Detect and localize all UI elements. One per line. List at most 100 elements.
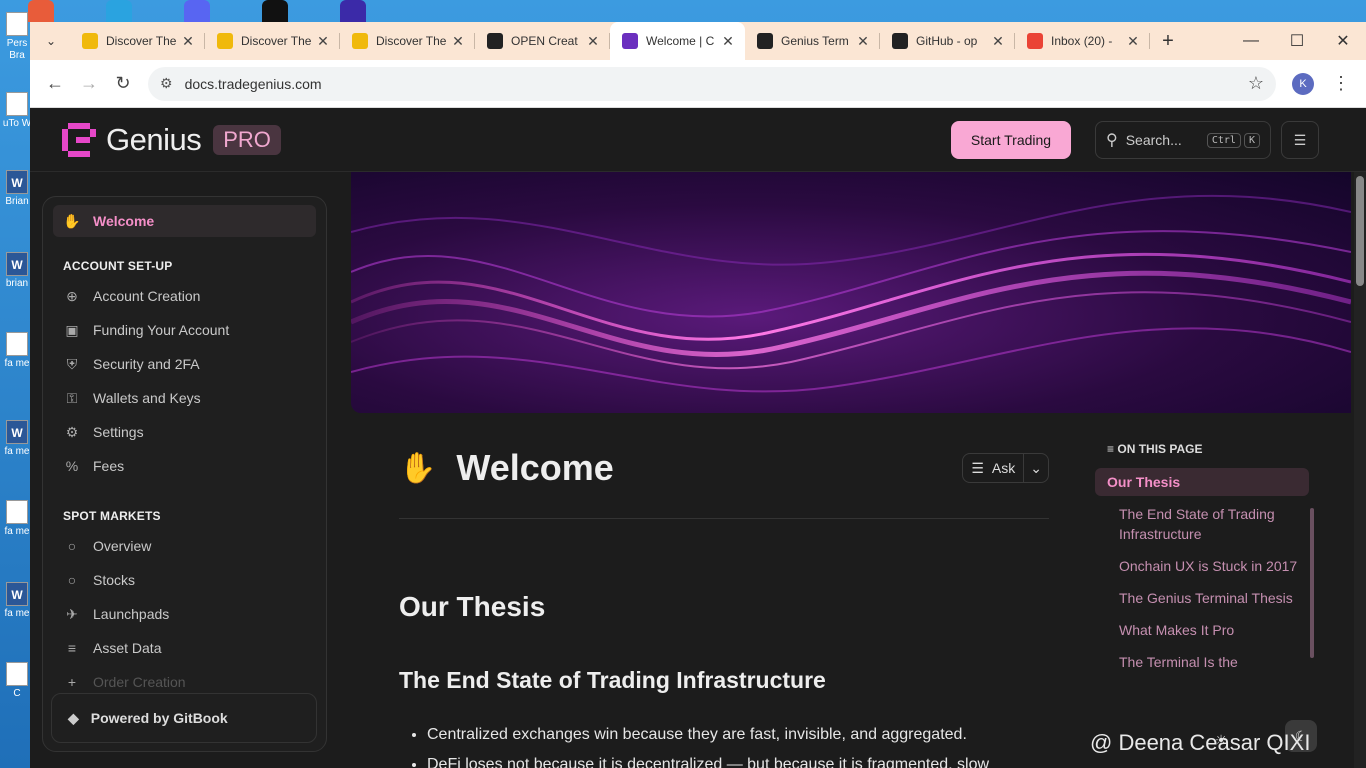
reload-button[interactable]: ↻ <box>106 67 140 101</box>
sidebar-item-label: Overview <box>93 538 152 554</box>
desktop-shortcut[interactable]: C <box>2 662 32 700</box>
sidebar-item-launchpads[interactable]: ✈ Launchpads <box>53 597 316 631</box>
toc-item[interactable]: The End State of Trading Infrastructure <box>1095 500 1315 548</box>
database-icon: ≡ <box>67 640 77 656</box>
new-tab-button[interactable]: + <box>1154 30 1182 53</box>
desktop-shortcut[interactable]: uTo W <box>2 92 32 130</box>
ask-dropdown-button[interactable]: ⌄ <box>1023 453 1048 483</box>
ask-button[interactable]: ☰ Ask <box>963 460 1023 477</box>
maximize-button[interactable]: ☐ <box>1274 22 1320 60</box>
desktop-shortcut-label: brian <box>5 278 29 289</box>
telegram-icon[interactable] <box>106 0 132 22</box>
url-text[interactable]: docs.tradegenius.com <box>185 76 1248 92</box>
toc-item[interactable]: What Makes It Pro <box>1095 616 1315 644</box>
browser-tab[interactable]: Inbox (20) - ✕ <box>1015 22 1150 60</box>
tab-title: Inbox (20) - <box>1051 34 1113 48</box>
sidebar-item-fees[interactable]: % Fees <box>53 449 316 483</box>
desktop-shortcut[interactable]: Pers Bra <box>2 12 32 62</box>
discord-icon[interactable] <box>184 0 210 22</box>
browser-tab[interactable]: Discover The ✕ <box>340 22 475 60</box>
sidebar-item-settings[interactable]: ⚙ Settings <box>53 415 316 449</box>
binance-icon <box>217 33 233 49</box>
sidebar-item-wallets-and-keys[interactable]: ⚿ Wallets and Keys <box>53 381 316 415</box>
browser-tab[interactable]: Discover The ✕ <box>70 22 205 60</box>
app-icon[interactable] <box>262 0 288 22</box>
powered-by-gitbook-link[interactable]: ◆ Powered by GitBook <box>51 693 317 743</box>
desktop-shortcut[interactable]: Wbrian <box>2 252 32 290</box>
bookmark-star-icon[interactable]: ☆ <box>1248 73 1264 94</box>
sidebar-section-heading: SPOT MARKETS <box>63 509 161 523</box>
scrollbar-thumb[interactable] <box>1356 176 1364 286</box>
search-input[interactable]: ⚲ Search... Ctrl K <box>1095 121 1271 159</box>
close-tab-icon[interactable]: ✕ <box>989 33 1007 50</box>
sidebar-item-label: Stocks <box>93 572 136 588</box>
brand-name[interactable]: Genius <box>106 122 202 158</box>
close-tab-icon[interactable]: ✕ <box>584 33 602 50</box>
desktop-shortcut[interactable]: W Brian <box>2 170 32 208</box>
sidebar-item-label: Funding Your Account <box>93 322 230 338</box>
toc-scrollbar[interactable] <box>1310 508 1314 658</box>
minimize-button[interactable]: — <box>1228 22 1274 60</box>
sidebar-item-asset-data[interactable]: ≡ Asset Data <box>53 631 316 665</box>
sidebar-item-welcome[interactable]: ✋ Welcome <box>53 205 316 237</box>
omnibox[interactable]: ⚙ docs.tradegenius.com ☆ <box>148 66 1276 101</box>
forward-button[interactable]: → <box>72 67 106 101</box>
file-icon <box>6 500 28 524</box>
close-tab-icon[interactable]: ✕ <box>179 33 197 50</box>
close-tab-icon[interactable]: ✕ <box>314 33 332 50</box>
browser-window: ⌄ Discover The ✕ Discover The ✕ Discover The… <box>30 22 1366 768</box>
desktop-shortcut-label: Brian <box>5 196 29 207</box>
sidebar-item-label: Asset Data <box>93 640 162 656</box>
desktop-shortcut[interactable]: Wfa me <box>2 582 32 620</box>
browser-tab[interactable]: GitHub - op ✕ <box>880 22 1015 60</box>
app-icon[interactable] <box>340 0 366 22</box>
sidebar-item-label: Account Creation <box>93 288 201 304</box>
assistant-button[interactable]: ☰ <box>1281 121 1319 159</box>
search-icon: ⚲ <box>1106 132 1118 149</box>
browser-menu-icon[interactable]: ⋮ <box>1332 73 1350 94</box>
browser-tab[interactable]: OPEN Creat ✕ <box>475 22 610 60</box>
back-button[interactable]: ← <box>38 67 72 101</box>
page-scrollbar[interactable] <box>1354 172 1366 768</box>
sidebar-item-stocks[interactable]: ○ Stocks <box>53 563 316 597</box>
sidebar-item-funding-your-account[interactable]: ▣ Funding Your Account <box>53 313 316 347</box>
tab-title: GitHub - op <box>916 34 978 48</box>
close-tab-icon[interactable]: ✕ <box>449 33 467 50</box>
toc-item[interactable]: Onchain UX is Stuck in 2017 <box>1095 552 1315 580</box>
site-info-icon[interactable]: ⚙ <box>160 75 173 92</box>
desktop-shortcut[interactable]: fa me <box>2 500 32 538</box>
sidebar-section-heading: ACCOUNT SET-UP <box>63 259 173 273</box>
browser-tab[interactable]: Discover The ✕ <box>205 22 340 60</box>
close-tab-icon[interactable]: ✕ <box>854 33 872 50</box>
wave-hand-icon: ✋ <box>399 451 437 485</box>
close-tab-icon[interactable]: ✕ <box>719 33 737 50</box>
shortcut-k: K <box>1243 132 1260 148</box>
close-window-button[interactable]: ✕ <box>1320 22 1366 60</box>
file-icon <box>6 662 28 686</box>
powered-by-label: Powered by GitBook <box>90 710 228 726</box>
close-tab-icon[interactable]: ✕ <box>1124 33 1142 50</box>
sidebar-item-label: Order Creation <box>93 674 186 690</box>
toc-item[interactable]: Our Thesis <box>1095 468 1309 496</box>
shield-icon: ⛨ <box>66 355 78 372</box>
plus-icon: + <box>67 674 77 690</box>
sidebar-item-overview[interactable]: ○ Overview <box>53 529 316 563</box>
sidebar-item-security-and-2fa[interactable]: ⛨ Security and 2FA <box>53 347 316 381</box>
browser-tab[interactable]: Welcome | C ✕ <box>610 22 745 60</box>
sidebar-item-account-creation[interactable]: ⊕ Account Creation <box>53 279 316 313</box>
ask-button-group: ☰ Ask ⌄ <box>962 453 1049 483</box>
chevron-down-icon: ⌄ <box>1030 459 1042 476</box>
browser-tab[interactable]: Genius Term ✕ <box>745 22 880 60</box>
toc-icon: ≡ <box>1107 442 1115 456</box>
site-header: Genius PRO Start Trading ⚲ Search... Ctr… <box>30 108 1366 172</box>
toc-item[interactable]: The Genius Terminal Thesis <box>1095 584 1315 612</box>
sidebar-item-label: Launchpads <box>93 606 170 622</box>
profile-avatar[interactable]: K <box>1292 72 1314 95</box>
genius-logo-icon[interactable] <box>62 122 96 157</box>
desktop-shortcut[interactable]: Wfa me <box>2 420 32 458</box>
start-trading-button[interactable]: Start Trading <box>951 121 1071 159</box>
tab-search-button[interactable]: ⌄ <box>38 28 64 54</box>
desktop-shortcut[interactable]: fa me <box>2 332 32 370</box>
sidebar-item-label: Welcome <box>93 213 155 229</box>
toc-item[interactable]: The Terminal Is the <box>1095 648 1315 676</box>
